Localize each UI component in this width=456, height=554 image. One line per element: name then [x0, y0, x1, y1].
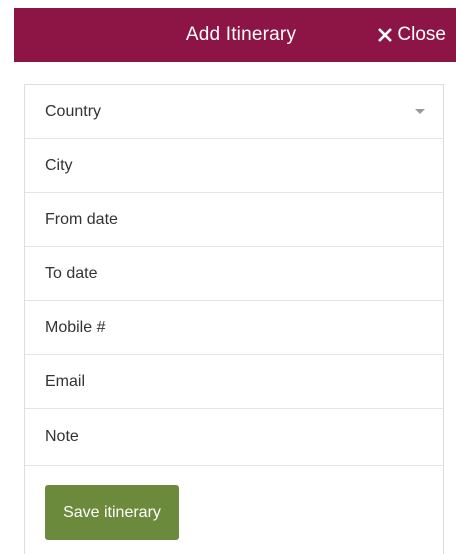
- save-itinerary-button[interactable]: Save itinerary: [45, 485, 179, 540]
- city-input[interactable]: City: [25, 139, 443, 193]
- close-label: Close: [397, 24, 446, 45]
- save-area: Save itinerary: [25, 466, 443, 540]
- from-date-placeholder: From date: [45, 210, 118, 228]
- city-placeholder: City: [45, 156, 73, 174]
- mobile-input[interactable]: Mobile #: [25, 301, 443, 355]
- note-input[interactable]: Note: [25, 409, 443, 466]
- note-placeholder: Note: [45, 428, 79, 445]
- page-title-text: Add Itinerary: [185, 24, 297, 45]
- email-input[interactable]: Email: [25, 355, 443, 409]
- close-icon: [378, 28, 393, 42]
- add-itinerary-screen: Add Itinerary Close Country City From da…: [0, 0, 456, 554]
- country-placeholder: Country: [45, 102, 102, 120]
- country-select[interactable]: Country: [25, 85, 443, 139]
- close-button[interactable]: Close: [377, 8, 446, 62]
- header-bar: Add Itinerary Close: [14, 8, 456, 62]
- from-date-input[interactable]: From date: [25, 193, 443, 247]
- email-placeholder: Email: [45, 372, 86, 390]
- to-date-input[interactable]: To date: [25, 247, 443, 301]
- mobile-placeholder: Mobile #: [45, 318, 106, 336]
- to-date-placeholder: To date: [45, 264, 98, 282]
- itinerary-form: Country City From date To date Mobile # …: [24, 84, 444, 554]
- chevron-down-icon: [415, 108, 425, 114]
